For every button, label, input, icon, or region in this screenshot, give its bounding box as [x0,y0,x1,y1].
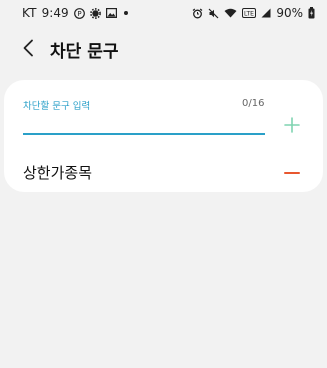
volte-icon: LTE [242,8,257,18]
back-button[interactable] [16,36,40,60]
signal-icon [261,8,271,18]
character-counter: 0/16 [242,98,265,109]
page-title: 차단 문구 [50,42,119,62]
status-bar: KT 9:49 P LTE 90% [0,0,327,26]
svg-text:P: P [77,10,81,18]
back-arrow-icon [22,39,34,57]
remove-phrase-button[interactable] [281,162,303,184]
alarm-icon [192,8,203,19]
input-label: 차단할 문구 입력 [23,101,91,112]
gallery-icon [105,8,117,18]
blocked-phrases-card: 차단할 문구 입력 0/16 상한가종목 [4,80,323,192]
input-underline [23,133,265,135]
blocked-phrase-item: 상한가종목 [23,164,93,182]
p-icon: P [73,7,85,19]
minus-icon [284,165,300,181]
dot-icon [122,9,130,17]
status-right: LTE 90% [192,6,315,20]
phrase-input[interactable] [23,112,264,134]
battery-percent: 90% [276,6,303,20]
carrier-label: KT [22,6,37,20]
time-label: 9:49 [41,6,69,20]
mute-icon [208,8,219,19]
plus-icon [284,117,300,133]
svg-text:LTE: LTE [244,11,254,18]
gear-icon [89,7,101,19]
app-bar: 차단 문구 [0,30,327,66]
add-phrase-button[interactable] [281,114,303,136]
status-left: KT 9:49 P [22,6,130,20]
wifi-icon [224,8,237,18]
battery-icon [308,7,315,19]
